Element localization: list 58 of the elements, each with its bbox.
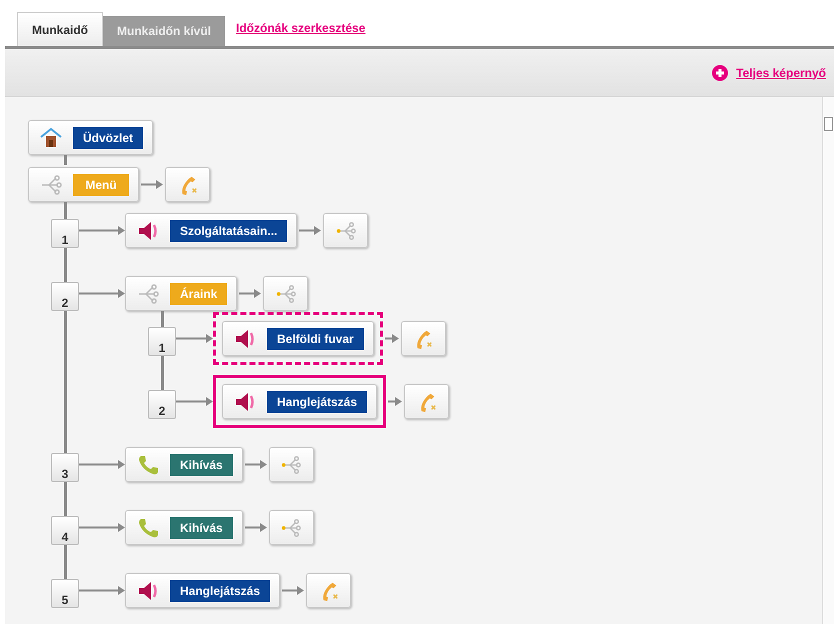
branch-icon	[280, 454, 302, 476]
add-icon	[712, 64, 728, 80]
option-number: 3	[51, 453, 79, 482]
flow-node[interactable]: Belföldi fuvar	[222, 321, 374, 356]
node-label: Belföldi fuvar	[267, 328, 364, 350]
node-label: Üdvözlet	[73, 126, 144, 148]
end-node[interactable]	[268, 447, 314, 482]
flow-node[interactable]: Kihívás	[125, 510, 243, 545]
connector-arrow	[176, 334, 213, 343]
option-number: 5	[51, 579, 79, 608]
tab[interactable]: Munkaidő	[17, 12, 103, 46]
connector-arrow	[384, 334, 399, 343]
house-icon	[39, 126, 63, 150]
flow-node[interactable]: Üdvözlet	[28, 120, 154, 155]
connector-arrow	[79, 226, 125, 235]
connector-arrow	[79, 460, 125, 469]
connector-arrow	[244, 460, 267, 469]
connector-arrow	[388, 397, 402, 406]
connector-arrow	[239, 289, 262, 298]
scrollbar[interactable]	[822, 97, 834, 624]
connector-arrow	[176, 397, 213, 406]
option-number: 1	[51, 219, 79, 248]
branch-icon	[39, 172, 63, 196]
branch-icon	[280, 516, 302, 538]
node-label: Kihívás	[170, 516, 233, 538]
end-node[interactable]	[400, 321, 446, 356]
connector-arrow	[79, 586, 125, 595]
end-node[interactable]	[323, 213, 368, 248]
edit-timezones-link[interactable]: Időzónák szerkesztése	[236, 19, 366, 37]
branch-icon	[136, 282, 160, 306]
connector-arrow	[299, 226, 322, 235]
flow-node[interactable]: Hanglejátszás	[222, 384, 378, 419]
node-label: Kihívás	[170, 454, 233, 476]
node-label: Hanglejátszás	[267, 390, 368, 412]
fullscreen-link[interactable]: Teljes képernyő	[736, 64, 826, 82]
node-label: Áraink	[170, 282, 228, 304]
option-number: 2	[51, 282, 79, 311]
flow-node[interactable]: Kihívás	[125, 447, 243, 482]
flow-node[interactable]: Hanglejátszás	[125, 573, 280, 608]
end-node[interactable]	[306, 573, 352, 608]
end-node[interactable]	[263, 276, 308, 311]
connector-arrow	[79, 523, 125, 532]
branch-icon	[334, 220, 357, 242]
node-label: Szolgáltatásain...	[170, 220, 288, 242]
connector-arrow	[141, 180, 163, 189]
connector-arrow	[282, 586, 304, 595]
option-number: 4	[51, 516, 79, 545]
connector-arrow	[79, 289, 125, 298]
end-node[interactable]	[268, 510, 314, 545]
option-number: 2	[148, 390, 176, 419]
node-label: Hanglejátszás	[170, 580, 270, 602]
option-number: 1	[148, 327, 176, 356]
end-node[interactable]	[165, 167, 210, 202]
node-label: Menü	[73, 174, 129, 196]
flow-node[interactable]: Szolgáltatásain...	[125, 213, 298, 248]
end-node[interactable]	[404, 384, 450, 419]
branch-icon	[274, 282, 297, 304]
connector-arrow	[244, 523, 267, 532]
